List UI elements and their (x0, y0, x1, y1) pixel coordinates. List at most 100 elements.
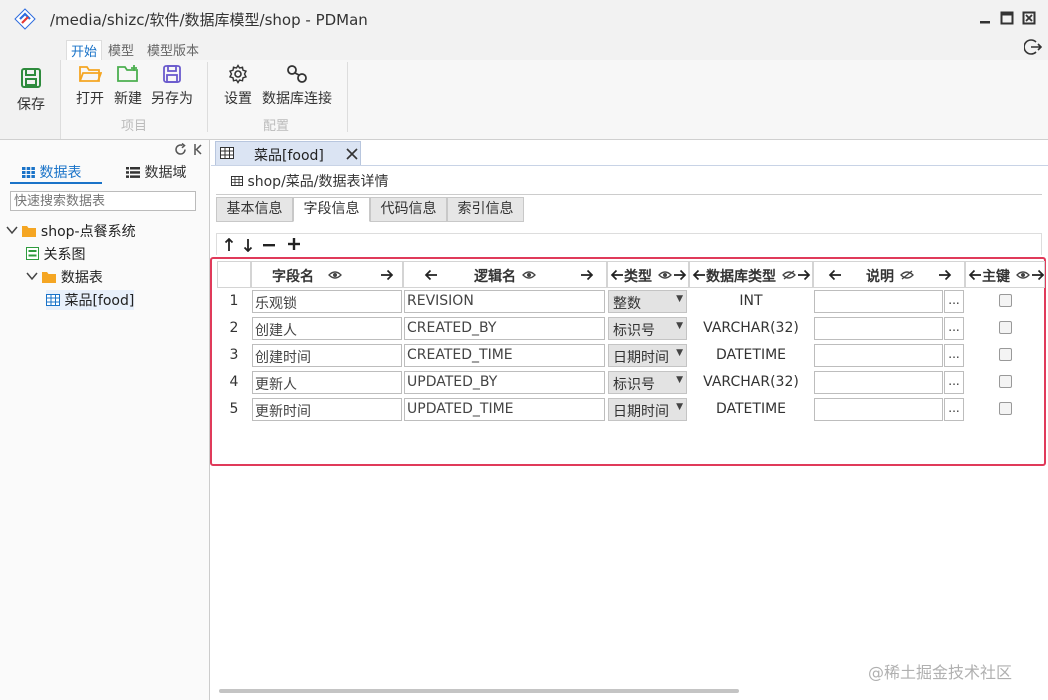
logical-name-input[interactable]: UPDATED_BY (404, 371, 605, 394)
table-icon (46, 294, 60, 306)
move-down-icon[interactable] (243, 238, 253, 252)
primary-key-checkbox[interactable] (999, 321, 1012, 334)
type-select[interactable]: 标识号 ▼ (608, 317, 687, 340)
save-as-button[interactable]: 另存为 (149, 64, 195, 108)
comment-input[interactable] (814, 317, 943, 340)
tab-index-info[interactable]: 索引信息 (447, 197, 524, 222)
eye-hidden-icon[interactable] (782, 270, 796, 280)
save-as-icon (163, 65, 181, 83)
header-field-name: 字段名 (251, 261, 403, 288)
arrow-right-icon[interactable] (938, 269, 952, 281)
logout-icon[interactable] (1024, 38, 1042, 56)
comment-more-button[interactable]: ... (944, 344, 964, 367)
arrow-left-icon[interactable] (424, 269, 438, 281)
comment-more-button[interactable]: ... (944, 371, 964, 394)
field-name-input[interactable]: 更新人 (252, 371, 402, 394)
gear-icon (228, 64, 248, 84)
sidebar-tab-domains[interactable]: 数据域 (126, 162, 186, 182)
tree-project-label: shop-点餐系统 (40, 224, 136, 240)
header-rownum (217, 261, 251, 288)
remove-field-icon[interactable] (263, 240, 275, 250)
type-select[interactable]: 标识号 ▼ (608, 371, 687, 394)
comment-input[interactable] (814, 398, 943, 421)
tab-model[interactable]: 模型 (108, 40, 134, 59)
dropdown-arrow-icon: ▼ (676, 294, 683, 304)
header-db-type-label: 数据库类型 (706, 269, 776, 285)
eye-icon[interactable] (1016, 270, 1030, 280)
primary-key-checkbox[interactable] (999, 375, 1012, 388)
arrow-left-icon[interactable] (692, 269, 706, 281)
tree-relation-diagram[interactable]: 关系图 (26, 244, 85, 264)
arrow-right-icon[interactable] (580, 269, 594, 281)
header-logical-name: 逻辑名 (403, 261, 607, 288)
db-connection-button[interactable]: 数据库连接 (259, 64, 335, 108)
field-name-input[interactable]: 乐观锁 (252, 290, 402, 313)
comment-more-button[interactable]: ... (944, 290, 964, 313)
field-name-input[interactable]: 创建人 (252, 317, 402, 340)
tree-tables-folder[interactable]: 数据表 (26, 267, 103, 287)
close-window-icon[interactable] (1022, 11, 1036, 25)
refresh-icon[interactable] (174, 143, 187, 156)
eye-icon[interactable] (522, 270, 536, 280)
arrow-left-icon[interactable] (610, 269, 624, 281)
arrow-left-icon[interactable] (828, 269, 842, 281)
minimize-icon[interactable] (978, 11, 992, 25)
field-name-input[interactable]: 更新时间 (252, 398, 402, 421)
logical-name-input[interactable]: REVISION (404, 290, 605, 313)
eye-hidden-icon[interactable] (900, 270, 914, 280)
arrow-right-icon[interactable] (380, 269, 394, 281)
breadcrumb: shop/菜品/数据表详情 (231, 171, 389, 191)
arrow-left-icon[interactable] (968, 269, 982, 281)
primary-key-checkbox[interactable] (999, 294, 1012, 307)
comment-more-button[interactable]: ... (944, 317, 964, 340)
maximize-icon[interactable] (1000, 11, 1014, 25)
type-select[interactable]: 整数 ▼ (608, 290, 687, 313)
new-folder-icon (117, 65, 138, 82)
tab-start[interactable]: 开始 (66, 40, 103, 61)
eye-icon[interactable] (328, 270, 342, 280)
type-select[interactable]: 日期时间 ▼ (608, 398, 687, 421)
logical-name-input[interactable]: CREATED_BY (404, 317, 605, 340)
tab-model-version[interactable]: 模型版本 (147, 40, 199, 59)
open-button[interactable]: 打开 (73, 64, 107, 108)
tree-project[interactable]: shop-点餐系统 (6, 221, 136, 241)
tab-field-info[interactable]: 字段信息 (293, 197, 370, 222)
chevron-down-icon[interactable] (26, 271, 38, 281)
arrow-right-icon[interactable] (1031, 269, 1045, 281)
comment-more-button[interactable]: ... (944, 398, 964, 421)
arrow-right-icon[interactable] (673, 269, 687, 281)
new-button[interactable]: 新建 (111, 64, 145, 108)
add-field-icon[interactable] (288, 238, 300, 250)
primary-key-checkbox[interactable] (999, 402, 1012, 415)
save-label: 保存 (17, 97, 45, 113)
tab-basic-info[interactable]: 基本信息 (216, 197, 293, 222)
move-up-icon[interactable] (224, 238, 234, 252)
tree-table-food[interactable]: 菜品[food] (46, 290, 135, 310)
table-search-input[interactable] (10, 191, 196, 211)
save-button[interactable]: 保存 (14, 66, 48, 114)
settings-button[interactable]: 设置 (221, 64, 255, 108)
list-icon (126, 167, 140, 178)
sidebar-tab-tables[interactable]: 数据表 (22, 162, 81, 182)
close-icon[interactable] (346, 148, 358, 160)
tab-code-info[interactable]: 代码信息 (370, 197, 447, 222)
comment-input[interactable] (814, 290, 943, 313)
arrow-right-icon[interactable] (797, 269, 811, 281)
sidebar-tab-tables-label: 数据表 (39, 165, 82, 181)
horizontal-scrollbar[interactable] (219, 689, 739, 693)
comment-input[interactable] (814, 371, 943, 394)
logical-name-input[interactable]: CREATED_TIME (404, 344, 605, 367)
row-number: 5 (229, 401, 239, 417)
eye-icon[interactable] (658, 270, 672, 280)
collapse-sidebar-icon[interactable] (193, 143, 203, 156)
field-name-input[interactable]: 创建时间 (252, 344, 402, 367)
document-tab-food[interactable]: 菜品[food] (215, 141, 361, 165)
type-select-value: 日期时间 (613, 350, 669, 366)
chevron-down-icon[interactable] (6, 225, 18, 235)
primary-key-checkbox[interactable] (999, 348, 1012, 361)
logical-name-input[interactable]: UPDATED_TIME (404, 398, 605, 421)
db-type-value: DATETIME (715, 347, 787, 363)
project-group-label: 项目 (121, 119, 148, 134)
comment-input[interactable] (814, 344, 943, 367)
type-select[interactable]: 日期时间 ▼ (608, 344, 687, 367)
